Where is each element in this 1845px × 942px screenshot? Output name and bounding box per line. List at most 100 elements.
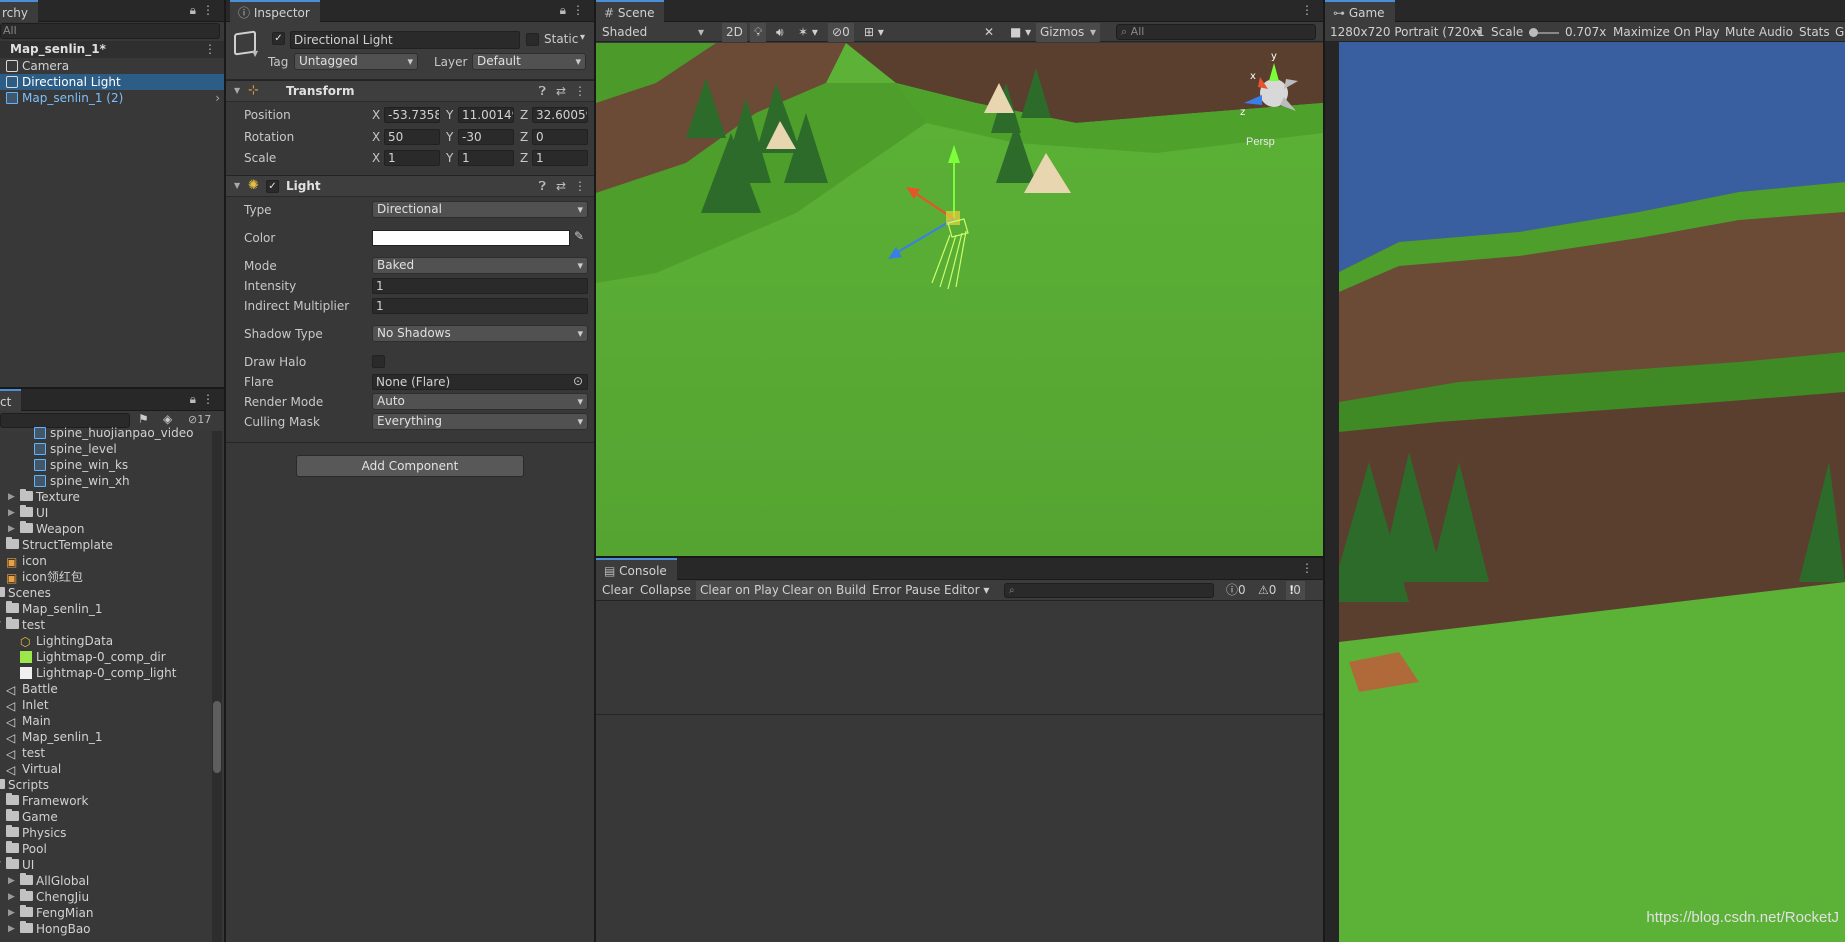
grid-snap-dropdown[interactable]: ⊞ ▾: [860, 23, 888, 42]
more-icon[interactable]: ⋮: [574, 84, 586, 98]
clear-button[interactable]: Clear: [598, 581, 637, 600]
project-item[interactable]: Pool: [0, 841, 210, 857]
project-item[interactable]: ◁ Inlet: [0, 697, 210, 713]
scale-slider-track[interactable]: [1529, 27, 1560, 37]
chevron-down-icon[interactable]: ▾: [580, 32, 585, 43]
project-scrollbar[interactable]: [212, 431, 222, 942]
audio-toggle-button[interactable]: 🔊︎: [772, 23, 788, 42]
effects-dropdown[interactable]: ✶ ▾: [794, 23, 822, 42]
position-x-field[interactable]: -53.7358: [384, 107, 440, 123]
project-item[interactable]: Map_senlin_1: [0, 601, 210, 617]
editor-dropdown[interactable]: Editor ▾: [940, 581, 993, 600]
tab-project[interactable]: ct: [0, 389, 22, 411]
more-icon[interactable]: ⋮: [204, 41, 216, 57]
object-name-field[interactable]: Directional Light: [290, 31, 520, 49]
scale-slider[interactable]: Scale 0.707x: [1487, 23, 1607, 41]
more-icon[interactable]: ⋮: [202, 392, 220, 406]
camera-dropdown[interactable]: ■ ▾: [1006, 23, 1035, 42]
project-item[interactable]: spine_huojianpao_video: [0, 425, 210, 441]
project-item[interactable]: Lightmap-0_comp_light: [0, 665, 210, 681]
lock-icon[interactable]: 🔒︎: [560, 3, 572, 17]
console-search-input[interactable]: ⌕: [1004, 583, 1214, 598]
chevron-down-icon[interactable]: ▼: [252, 49, 258, 58]
layer-dropdown[interactable]: Default: [472, 53, 586, 70]
scale-y-field[interactable]: 1: [458, 150, 514, 166]
tab-scene[interactable]: # Scene: [596, 0, 665, 22]
project-item[interactable]: ▶ Weapon: [0, 521, 210, 537]
help-icon[interactable]: ❓︎: [539, 84, 546, 99]
collapse-arrow-icon[interactable]: ▼: [0, 617, 1, 633]
game-viewport[interactable]: https://blog.csdn.net/RocketJ: [1339, 42, 1845, 942]
resolution-dropdown[interactable]: 1280x720 Portrait (720x1 ▾: [1326, 23, 1484, 41]
project-item[interactable]: spine_level: [0, 441, 210, 457]
project-item[interactable]: ▣ icon: [0, 553, 210, 569]
console-log-area[interactable]: [596, 601, 1323, 715]
clear-on-build-button[interactable]: Clear on Build: [778, 581, 871, 600]
expand-arrow-icon[interactable]: ▶: [8, 889, 15, 905]
hierarchy-item-map-prefab[interactable]: Map_senlin_1 (2) ›: [0, 90, 224, 106]
static-checkbox[interactable]: [526, 33, 539, 46]
gizmos-dropdown[interactable]: Gizmos ▾: [1036, 23, 1100, 42]
project-item[interactable]: ▼Scripts: [0, 777, 210, 793]
color-swatch[interactable]: [372, 230, 570, 246]
hierarchy-item-camera[interactable]: Camera: [0, 58, 224, 74]
scale-x-field[interactable]: 1: [384, 150, 440, 166]
persp-label[interactable]: Persp: [1246, 136, 1275, 148]
project-item[interactable]: ⬡ LightingData: [0, 633, 210, 649]
project-item[interactable]: ▶ Texture: [0, 489, 210, 505]
more-icon[interactable]: ⋮: [572, 3, 590, 17]
project-item[interactable]: spine_win_ks: [0, 457, 210, 473]
shading-mode-dropdown[interactable]: Shaded ▾: [598, 23, 708, 42]
preset-icon[interactable]: ⇄: [556, 179, 566, 193]
more-icon[interactable]: ⋮: [202, 3, 220, 17]
scene-root-row[interactable]: Map_senlin_1* ⋮: [0, 41, 224, 58]
lock-icon[interactable]: 🔒︎: [190, 392, 202, 406]
project-item[interactable]: StructTemplate: [0, 537, 210, 553]
object-picker-icon[interactable]: ⊙: [573, 374, 583, 388]
project-item[interactable]: ▶ FengMian: [0, 905, 210, 921]
project-item[interactable]: ◁ Battle: [0, 681, 210, 697]
mode-dropdown[interactable]: Baked: [372, 257, 588, 274]
project-item[interactable]: ▼Scenes: [0, 585, 210, 601]
light-header[interactable]: ▼ ✺ ✓ Light ❓︎ ⇄ ⋮: [226, 175, 594, 197]
error-filter-button[interactable]: ❗︎0: [1286, 581, 1305, 600]
project-item[interactable]: ▶ ChengJiu: [0, 889, 210, 905]
project-item[interactable]: ◁ Map_senlin_1: [0, 729, 210, 745]
chevron-down-icon[interactable]: ▼: [234, 181, 240, 190]
collapse-button[interactable]: Collapse: [636, 581, 695, 600]
expand-arrow-icon[interactable]: ▶: [8, 521, 15, 537]
active-checkbox[interactable]: ✓: [272, 32, 285, 45]
scene-viewport[interactable]: y x z Persp: [596, 43, 1323, 556]
scrollbar-thumb[interactable]: [213, 701, 221, 773]
shadow-type-dropdown[interactable]: No Shadows: [372, 325, 588, 342]
mute-audio-button[interactable]: Mute Audio: [1721, 23, 1797, 41]
eyedropper-icon[interactable]: ✎: [574, 229, 584, 243]
rotation-z-field[interactable]: 0: [532, 129, 588, 145]
position-y-field[interactable]: 11.00149: [458, 107, 514, 123]
lighting-toggle-button[interactable]: 💡︎: [750, 23, 767, 42]
rotation-y-field[interactable]: -30: [458, 129, 514, 145]
scale-z-field[interactable]: 1: [532, 150, 588, 166]
tools-icon[interactable]: ✕: [980, 23, 998, 42]
toggle-2d-button[interactable]: 2D: [722, 23, 747, 42]
tab-hierarchy[interactable]: rchy: [0, 0, 38, 22]
help-icon[interactable]: ❓︎: [539, 179, 546, 194]
project-item[interactable]: ▣ icon领红包: [0, 569, 210, 585]
project-item[interactable]: Game: [0, 809, 210, 825]
project-item[interactable]: ▶ HongBao: [0, 921, 210, 937]
project-item[interactable]: ▼ test: [0, 617, 210, 633]
clear-on-play-button[interactable]: Clear on Play: [696, 581, 783, 600]
scene-search-input[interactable]: ⌕ All: [1116, 24, 1316, 40]
project-item[interactable]: ◁ Virtual: [0, 761, 210, 777]
expand-arrow-icon[interactable]: ▶: [8, 489, 15, 505]
error-pause-button[interactable]: Error Pause: [868, 581, 944, 600]
preset-icon[interactable]: ⇄: [556, 84, 566, 98]
collapse-arrow-icon[interactable]: ▼: [0, 857, 1, 873]
expand-arrow-icon[interactable]: ▶: [8, 905, 15, 921]
hierarchy-search-input[interactable]: All: [0, 23, 220, 39]
project-item[interactable]: Physics: [0, 825, 210, 841]
light-enabled-checkbox[interactable]: ✓: [266, 180, 279, 193]
intensity-field[interactable]: 1: [372, 278, 588, 294]
project-item[interactable]: ▶ AllGlobal: [0, 873, 210, 889]
project-item[interactable]: ◁ Main: [0, 713, 210, 729]
